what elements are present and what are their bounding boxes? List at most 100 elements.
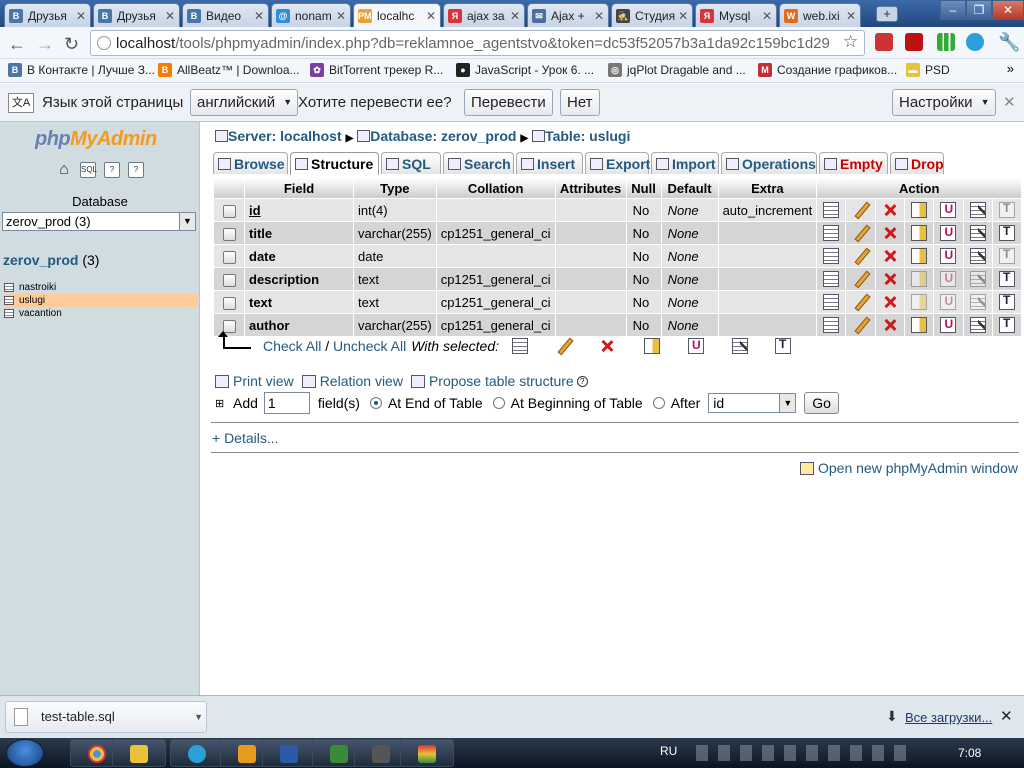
all-downloads-link[interactable]: Все загрузки... [905,710,992,725]
help-icon[interactable]: ? [576,375,588,387]
translate-button[interactable]: Перевести [464,89,553,116]
tab-close-icon[interactable]: ✕ [333,9,346,23]
table-row[interactable]: text text cp1251_general_ci No None [214,291,1022,313]
primary-key-icon[interactable] [911,317,928,334]
edit-field-icon[interactable] [853,317,869,333]
browse-distinct-icon[interactable] [823,271,840,288]
download-item[interactable]: test-table.sql ▼ [5,701,207,733]
primary-key-icon[interactable] [911,248,928,265]
home-icon[interactable]: ⌂ [56,162,72,178]
table-row[interactable]: date date No None [214,245,1022,267]
sidebar-table-vacantion[interactable]: vacantion [4,307,198,320]
extension-skype-icon[interactable] [966,33,984,51]
index-icon[interactable] [969,271,986,288]
start-button[interactable] [6,739,44,767]
extension-signal-icon[interactable] [937,33,955,51]
close-downloads-icon[interactable]: ✕ [1000,707,1013,725]
row-checkbox[interactable] [222,273,236,287]
clock[interactable]: 7:08 [958,746,981,760]
breadcrumb-table[interactable]: Table: uslugi [545,128,630,144]
go-button[interactable]: Go [804,392,839,414]
at-beginning-radio[interactable] [492,397,505,409]
browser-tab[interactable]: Wweb.ixi ✕ [779,3,861,27]
taskbar-word[interactable] [262,739,316,767]
unique-key-icon[interactable] [940,294,957,311]
window-close-button[interactable]: ✕ [992,0,1024,20]
index-selected-icon[interactable] [732,338,748,354]
edit-selected-icon[interactable] [556,338,572,354]
table-icon[interactable] [4,283,14,292]
index-icon[interactable] [969,294,986,311]
tab-search[interactable]: Search [443,152,514,174]
unique-key-icon[interactable] [940,225,957,242]
bookmark-item[interactable]: B AllBeatz™ | Downloa... [158,63,300,77]
table-row[interactable]: title varchar(255) cp1251_general_ci No None [214,222,1022,244]
back-arrow-icon[interactable]: ← [8,34,26,55]
browse-selected-icon[interactable] [512,338,528,354]
forward-arrow-icon[interactable]: → [36,34,54,55]
bookmark-item[interactable]: M Создание графиков... [758,63,897,77]
unique-key-icon[interactable] [940,202,957,219]
fulltext-icon[interactable] [999,247,1016,265]
minimize-button[interactable]: – [940,0,966,20]
unique-key-icon[interactable] [940,317,957,334]
docs-icon[interactable]: ? [104,162,120,178]
row-checkbox[interactable] [222,227,236,241]
at-end-radio[interactable] [369,397,382,409]
tab-operations[interactable]: Operations [721,152,817,174]
tab-close-icon[interactable]: ✕ [162,9,175,23]
tab-close-icon[interactable]: ✕ [507,9,520,23]
primary-key-icon[interactable] [911,271,928,288]
browser-tab[interactable]: Яajax за ✕ [443,3,525,27]
tab-export[interactable]: Export [585,152,650,174]
drop-field-icon[interactable] [882,202,898,218]
tab-browse[interactable]: Browse [213,152,288,174]
edit-field-icon[interactable] [853,202,869,218]
bookmark-item[interactable]: ✿ BitTorrent трекер R... [310,63,443,77]
fulltext-selected-icon[interactable] [775,337,791,354]
index-icon[interactable] [969,225,986,242]
unique-selected-icon[interactable] [688,338,704,354]
extension-red-icon[interactable] [875,33,893,51]
index-icon[interactable] [969,317,986,334]
new-tab-button[interactable]: + [876,6,898,22]
table-row[interactable]: author varchar(255) cp1251_general_ci No Non… [214,314,1022,336]
browse-distinct-icon[interactable] [823,317,840,334]
unique-key-icon[interactable] [940,271,957,288]
taskbar-app3[interactable] [400,739,454,767]
edit-field-icon[interactable] [853,248,869,264]
taskbar-explorer[interactable] [112,739,166,767]
sidebar-table-label[interactable]: vacantion [19,307,62,320]
restore-button[interactable]: ❐ [966,0,992,20]
tab-drop[interactable]: Drop [890,152,944,174]
browser-tab[interactable]: @ nonam ✕ [271,3,351,27]
bookmark-item[interactable]: ▬ PSD [906,63,950,77]
primary-selected-icon[interactable] [644,338,660,354]
table-row[interactable]: description text cp1251_general_ci No None [214,268,1022,290]
fulltext-icon[interactable] [999,224,1016,242]
fulltext-icon[interactable] [999,270,1016,288]
tab-close-icon[interactable]: ✕ [675,9,688,23]
tab-insert[interactable]: Insert [516,152,583,174]
unique-key-icon[interactable] [940,248,957,265]
browse-distinct-icon[interactable] [823,248,840,265]
tab-close-icon[interactable]: ✕ [759,9,772,23]
drop-field-icon[interactable] [882,294,898,310]
details-link[interactable]: + Details... [212,430,279,446]
tab-empty[interactable]: Empty [819,152,888,174]
tab-close-icon[interactable]: ✕ [423,9,436,23]
table-row[interactable]: id int(4) No None auto_increment [214,199,1022,221]
table-icon[interactable] [4,296,14,305]
translate-settings-button[interactable]: Настройки ▼ [892,89,996,116]
check-all-link[interactable]: Check All [263,338,321,354]
tray-icons[interactable] [696,745,916,761]
tab-close-icon[interactable]: ✕ [591,9,604,23]
after-field-select[interactable]: id ▼ [708,393,797,413]
taskbar-skype[interactable] [170,739,224,767]
index-icon[interactable] [969,248,986,265]
sidebar-table-nastroiki[interactable]: nastroiki [4,281,198,294]
bookmark-item[interactable]: ◎ jqPlot Dragable and ... [608,63,746,77]
bookmarks-overflow-icon[interactable]: » [1007,61,1014,76]
browser-tab[interactable]: Я Mysql ✕ [695,3,777,27]
add-count-input[interactable]: 1 [263,392,310,414]
